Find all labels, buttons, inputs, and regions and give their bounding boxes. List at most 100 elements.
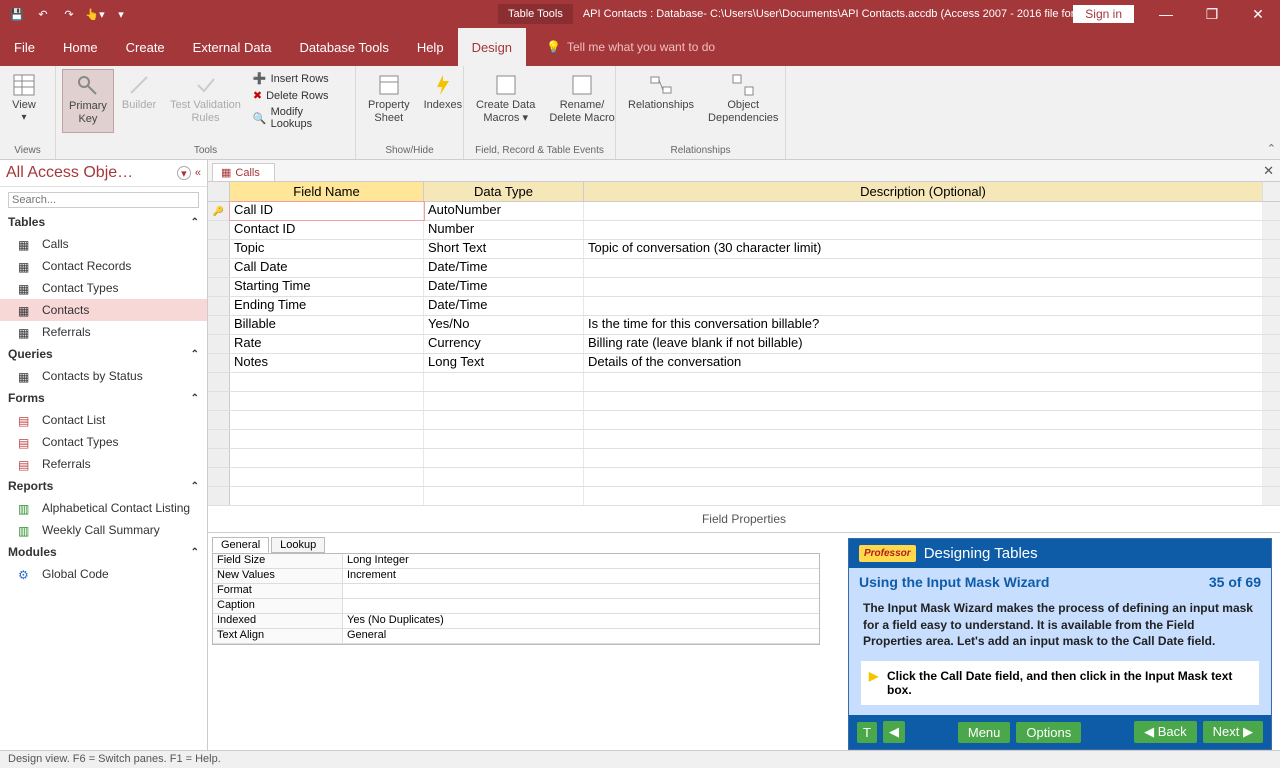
design-row[interactable]: [208, 373, 1280, 392]
tab-design[interactable]: Design: [458, 28, 526, 66]
nav-section-queries[interactable]: Queries⌃: [0, 343, 207, 365]
view-button[interactable]: View▾: [6, 69, 42, 128]
qat-customize-icon[interactable]: ▾: [110, 3, 132, 25]
indexes-button[interactable]: Indexes: [418, 69, 469, 129]
design-row[interactable]: Contact ID Number: [208, 221, 1280, 240]
field-name-cell[interactable]: [230, 373, 424, 391]
property-value[interactable]: Increment: [343, 569, 819, 583]
row-selector[interactable]: [208, 373, 230, 391]
property-row[interactable]: Text AlignGeneral: [213, 629, 819, 644]
design-row[interactable]: Notes Long Text Details of the conversat…: [208, 354, 1280, 373]
undo-icon[interactable]: ↶: [32, 3, 54, 25]
tab-create[interactable]: Create: [112, 28, 179, 66]
description-cell[interactable]: Details of the conversation: [584, 354, 1262, 372]
data-type-cell[interactable]: Currency: [424, 335, 584, 353]
nav-collapse-icon[interactable]: «: [195, 167, 201, 179]
row-selector[interactable]: [208, 411, 230, 429]
field-name-cell[interactable]: Call ID: [230, 202, 424, 220]
close-tab-icon[interactable]: ✕: [1263, 163, 1274, 179]
description-cell[interactable]: Topic of conversation (30 character limi…: [584, 240, 1262, 258]
description-cell[interactable]: [584, 411, 1262, 429]
field-name-cell[interactable]: Topic: [230, 240, 424, 258]
nav-form-contact-list[interactable]: ▤Contact List: [0, 409, 207, 431]
relationships-button[interactable]: Relationships: [622, 69, 700, 129]
nav-section-forms[interactable]: Forms⌃: [0, 387, 207, 409]
data-type-cell[interactable]: Date/Time: [424, 297, 584, 315]
row-selector[interactable]: [208, 221, 230, 239]
tutorial-next-button[interactable]: Next ▶: [1203, 721, 1263, 743]
property-sheet-button[interactable]: Property Sheet: [362, 69, 416, 129]
description-cell[interactable]: [584, 297, 1262, 315]
row-selector[interactable]: [208, 468, 230, 486]
description-cell[interactable]: [584, 449, 1262, 467]
row-selector[interactable]: [208, 297, 230, 315]
property-value[interactable]: General: [343, 629, 819, 643]
design-row[interactable]: Ending Time Date/Time: [208, 297, 1280, 316]
design-row[interactable]: [208, 468, 1280, 487]
field-name-cell[interactable]: [230, 430, 424, 448]
data-type-cell[interactable]: [424, 373, 584, 391]
property-row[interactable]: New ValuesIncrement: [213, 569, 819, 584]
test-validation-button[interactable]: Test Validation Rules: [164, 69, 247, 133]
primary-key-button[interactable]: Primary Key: [62, 69, 114, 133]
field-name-cell[interactable]: Call Date: [230, 259, 424, 277]
tab-database-tools[interactable]: Database Tools: [285, 28, 402, 66]
tutorial-menu-button[interactable]: Menu: [958, 722, 1011, 743]
field-name-cell[interactable]: Billable: [230, 316, 424, 334]
design-row[interactable]: 🔑 Call ID AutoNumber: [208, 202, 1280, 221]
design-row[interactable]: [208, 392, 1280, 411]
document-tab-calls[interactable]: ▦ Calls: [212, 163, 275, 181]
touch-mode-icon[interactable]: 👆▾: [84, 3, 106, 25]
description-cell[interactable]: [584, 430, 1262, 448]
nav-table-contacts[interactable]: ▦Contacts: [0, 299, 207, 321]
rename-delete-macro-button[interactable]: Rename/ Delete Macro: [543, 69, 620, 129]
nav-section-tables[interactable]: Tables⌃: [0, 211, 207, 233]
data-type-cell[interactable]: AutoNumber: [424, 202, 584, 220]
description-cell[interactable]: [584, 221, 1262, 239]
nav-search-input[interactable]: [8, 192, 199, 208]
row-selector[interactable]: [208, 335, 230, 353]
nav-table-contact-types[interactable]: ▦Contact Types: [0, 277, 207, 299]
tab-file[interactable]: File: [0, 28, 49, 66]
data-type-cell[interactable]: [424, 449, 584, 467]
description-cell[interactable]: [584, 392, 1262, 410]
collapse-ribbon-icon[interactable]: ⌃: [1267, 142, 1276, 155]
tutorial-text-button[interactable]: T: [857, 722, 877, 743]
nav-table-contact-records[interactable]: ▦Contact Records: [0, 255, 207, 277]
field-name-cell[interactable]: Notes: [230, 354, 424, 372]
property-value[interactable]: Long Integer: [343, 554, 819, 568]
data-type-cell[interactable]: Number: [424, 221, 584, 239]
delete-rows-button[interactable]: ✖Delete Rows: [251, 88, 347, 103]
description-cell[interactable]: [584, 468, 1262, 486]
builder-button[interactable]: Builder: [116, 69, 162, 133]
column-field-name[interactable]: Field Name: [230, 182, 424, 201]
description-cell[interactable]: [584, 202, 1262, 220]
save-icon[interactable]: 💾: [6, 3, 28, 25]
field-name-cell[interactable]: [230, 449, 424, 467]
select-all-rows[interactable]: [208, 182, 230, 201]
row-selector[interactable]: [208, 259, 230, 277]
design-row[interactable]: [208, 430, 1280, 449]
data-type-cell[interactable]: [424, 411, 584, 429]
design-row[interactable]: Rate Currency Billing rate (leave blank …: [208, 335, 1280, 354]
insert-rows-button[interactable]: ➕Insert Rows: [251, 71, 347, 86]
row-selector[interactable]: [208, 430, 230, 448]
row-selector[interactable]: [208, 278, 230, 296]
data-type-cell[interactable]: Yes/No: [424, 316, 584, 334]
row-selector[interactable]: [208, 487, 230, 505]
design-row[interactable]: [208, 449, 1280, 468]
redo-icon[interactable]: ↷: [58, 3, 80, 25]
nav-header[interactable]: All Access Obje… ▾ «: [0, 160, 207, 187]
nav-report-weekly[interactable]: ▥Weekly Call Summary: [0, 519, 207, 541]
field-name-cell[interactable]: [230, 411, 424, 429]
vertical-scrollbar[interactable]: [1262, 182, 1280, 201]
nav-table-calls[interactable]: ▦Calls: [0, 233, 207, 255]
data-type-cell[interactable]: Date/Time: [424, 259, 584, 277]
fp-tab-lookup[interactable]: Lookup: [271, 537, 325, 553]
data-type-cell[interactable]: [424, 430, 584, 448]
tab-help[interactable]: Help: [403, 28, 458, 66]
description-cell[interactable]: [584, 487, 1262, 505]
nav-report-alpha[interactable]: ▥Alphabetical Contact Listing: [0, 497, 207, 519]
design-row[interactable]: Billable Yes/No Is the time for this con…: [208, 316, 1280, 335]
field-name-cell[interactable]: Starting Time: [230, 278, 424, 296]
